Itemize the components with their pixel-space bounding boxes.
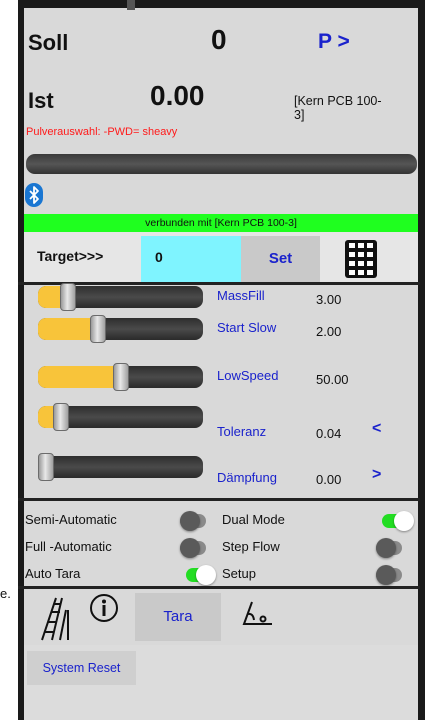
slider-track[interactable] <box>38 403 203 431</box>
slider-value: 3.00 <box>316 292 342 307</box>
powder-selection-text: Pulverauswahl: -PWD= sheavy <box>26 126 178 138</box>
left-border <box>18 0 24 720</box>
system-reset-button[interactable]: System Reset <box>27 651 136 685</box>
separator-options <box>18 498 420 501</box>
slider-thumb[interactable] <box>60 283 76 311</box>
auto-tara-label: Auto Tara <box>25 566 81 581</box>
separator-sliders <box>18 282 420 285</box>
slider-label: Start Slow <box>217 320 277 335</box>
keypad-icon[interactable] <box>345 240 377 278</box>
slider-thumb[interactable] <box>113 363 129 391</box>
slider-track[interactable] <box>38 283 203 311</box>
fill-progress-bar <box>26 154 417 174</box>
slider-row-3: Toleranz 0.04 <box>38 403 418 446</box>
slider-row-4: Dämpfung 0.00 <box>38 453 418 496</box>
slider-value: 0.04 <box>316 426 342 441</box>
scale-name: [Kern PCB 100-3] <box>294 94 382 122</box>
target-label: Target>>> <box>37 248 104 264</box>
setup-toggle[interactable] <box>376 565 402 585</box>
slider-value: 0.00 <box>316 472 342 487</box>
slider-label: MassFill <box>217 288 265 303</box>
ist-value: 0.00 <box>150 80 205 111</box>
slider-track[interactable] <box>38 315 203 343</box>
slider-label: Dämpfung <box>217 470 277 485</box>
clipped-text-e: e. <box>0 586 11 601</box>
dual-mode-label: Dual Mode <box>222 512 285 527</box>
full-automatic-label: Full -Automatic <box>25 539 112 554</box>
previous-button[interactable]: < <box>372 420 381 438</box>
slider-label: Toleranz <box>217 424 267 439</box>
notch-marker <box>127 0 135 10</box>
slider-row-1: Start Slow 2.00 <box>38 315 418 358</box>
slider-row-2: LowSpeed 50.00 <box>38 363 418 406</box>
slider-label: LowSpeed <box>217 368 279 383</box>
info-icon[interactable] <box>89 593 119 623</box>
slider-thumb[interactable] <box>38 453 54 481</box>
slider-track[interactable] <box>38 453 203 481</box>
slider-thumb[interactable] <box>90 315 106 343</box>
ist-label: Ist <box>28 88 54 113</box>
top-bar <box>18 0 425 8</box>
slider-value: 50.00 <box>316 372 349 387</box>
slider-value: 2.00 <box>316 324 342 339</box>
ladder-icon[interactable] <box>38 596 72 642</box>
semi-automatic-toggle[interactable] <box>180 511 206 531</box>
slider-fill <box>38 318 98 340</box>
auto-tara-toggle[interactable] <box>186 565 216 585</box>
slider-fill <box>38 366 121 388</box>
program-button[interactable]: P > <box>318 30 350 54</box>
set-button[interactable]: Set <box>241 236 320 282</box>
soll-label: Soll <box>28 30 69 55</box>
step-flow-label: Step Flow <box>222 539 280 554</box>
soll-value: 0 <box>211 24 227 55</box>
bluetooth-icon[interactable] <box>25 183 43 207</box>
connection-status-bar: verbunden mit [Kern PCB 100-3] <box>24 214 418 232</box>
target-input[interactable]: 0 <box>141 236 241 282</box>
tara-tab[interactable]: Tara <box>135 593 221 641</box>
right-border <box>418 0 425 720</box>
step-flow-toggle[interactable] <box>376 538 402 558</box>
dual-mode-toggle[interactable] <box>382 511 414 531</box>
target-value: 0 <box>155 249 163 265</box>
full-automatic-toggle[interactable] <box>180 538 206 558</box>
angle-icon[interactable] <box>242 600 274 626</box>
slider-track[interactable] <box>38 363 203 391</box>
separator-tabs <box>18 586 420 589</box>
slider-thumb[interactable] <box>53 403 69 431</box>
connection-status-text: verbunden mit [Kern PCB 100-3] <box>145 217 297 229</box>
setup-label: Setup <box>222 566 256 581</box>
semi-automatic-label: Semi-Automatic <box>25 512 117 527</box>
next-button[interactable]: > <box>372 466 381 484</box>
